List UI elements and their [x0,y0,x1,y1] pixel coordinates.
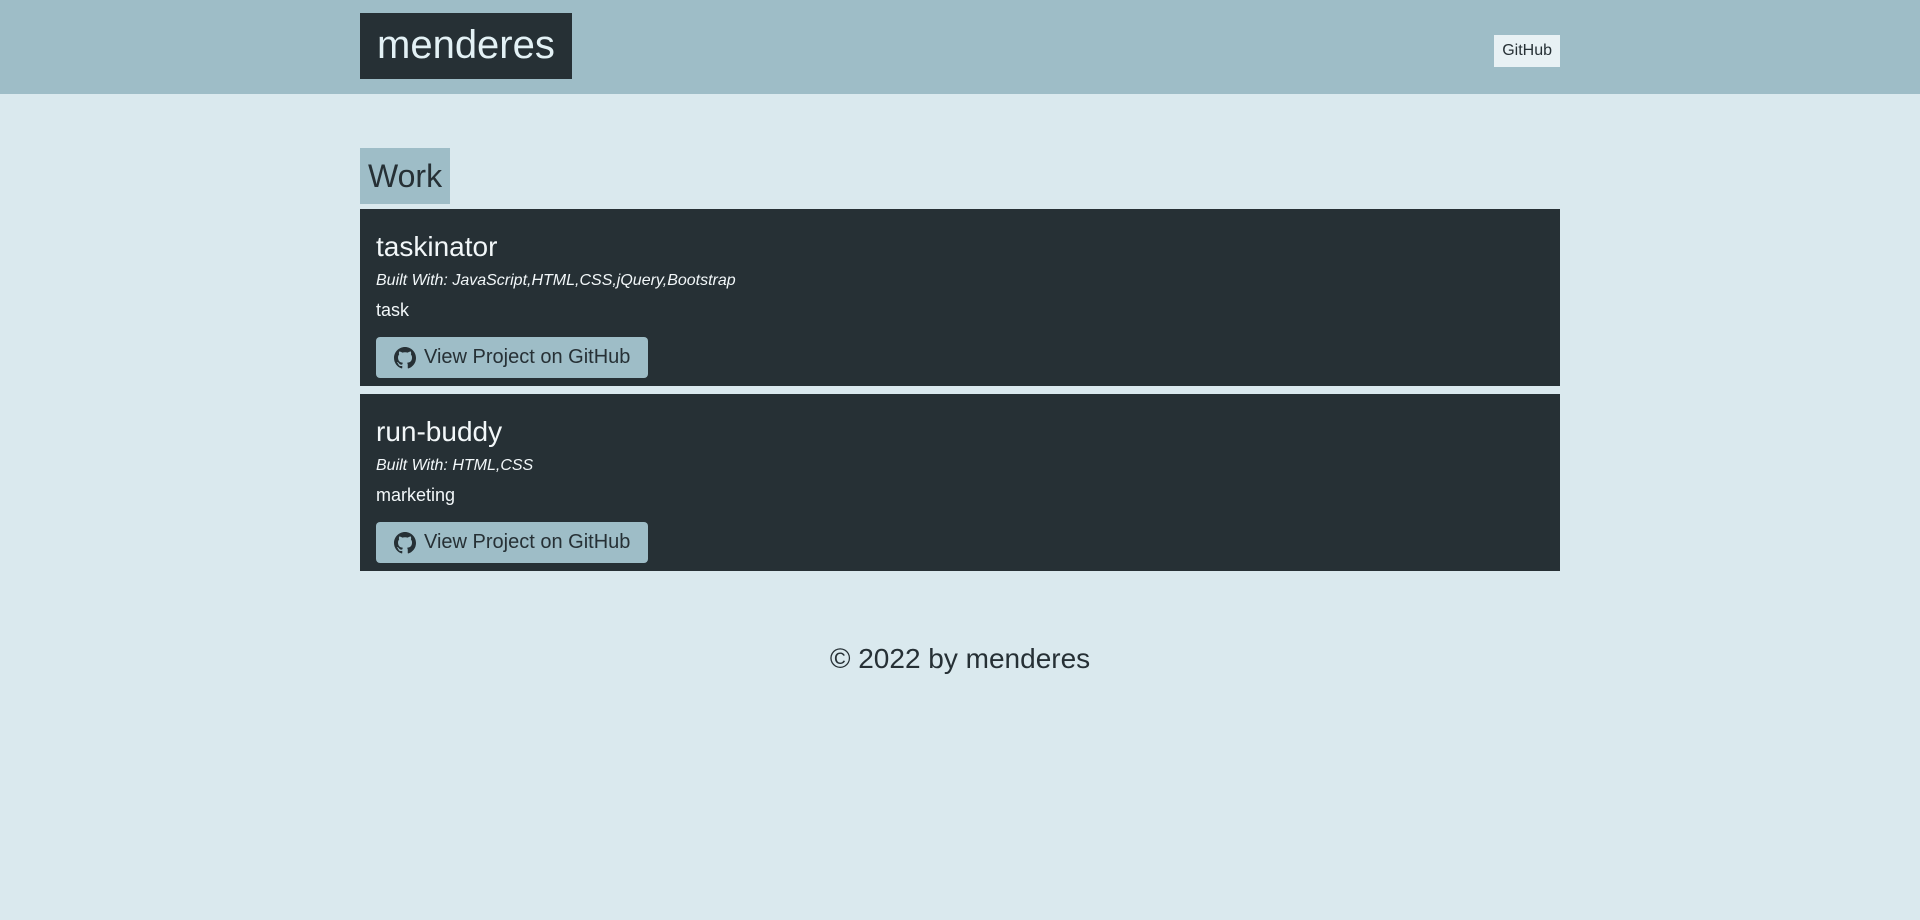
view-project-button-label: View Project on GitHub [424,346,631,368]
site-footer: © 2022 by menderes [829,643,1091,674]
project-built-with: Built With: JavaScript,HTML,CSS,jQuery,B… [376,272,736,289]
project-built-with: Built With: HTML,CSS [376,457,534,474]
work-section-title: Work [360,148,451,204]
view-project-button[interactable]: View Project on GitHub [376,522,649,563]
view-project-button-label: View Project on GitHub [424,531,631,553]
project-card: run-buddy Built With: HTML,CSS marketing… [360,394,1560,571]
main-content: Work taskinator Built With: JavaScript,H… [360,94,1560,675]
github-icon [394,346,416,368]
github-icon [394,531,416,553]
project-description: marketing [376,485,456,505]
project-name: run-buddy [376,416,503,447]
project-card: taskinator Built With: JavaScript,HTML,C… [360,209,1560,386]
site-header: menderes GitHub [0,0,1920,94]
brand-logo[interactable]: menderes [360,13,572,79]
github-nav-button[interactable]: GitHub [1494,35,1560,67]
view-project-button[interactable]: View Project on GitHub [376,337,649,378]
project-name: taskinator [376,231,498,262]
project-description: task [376,300,410,320]
